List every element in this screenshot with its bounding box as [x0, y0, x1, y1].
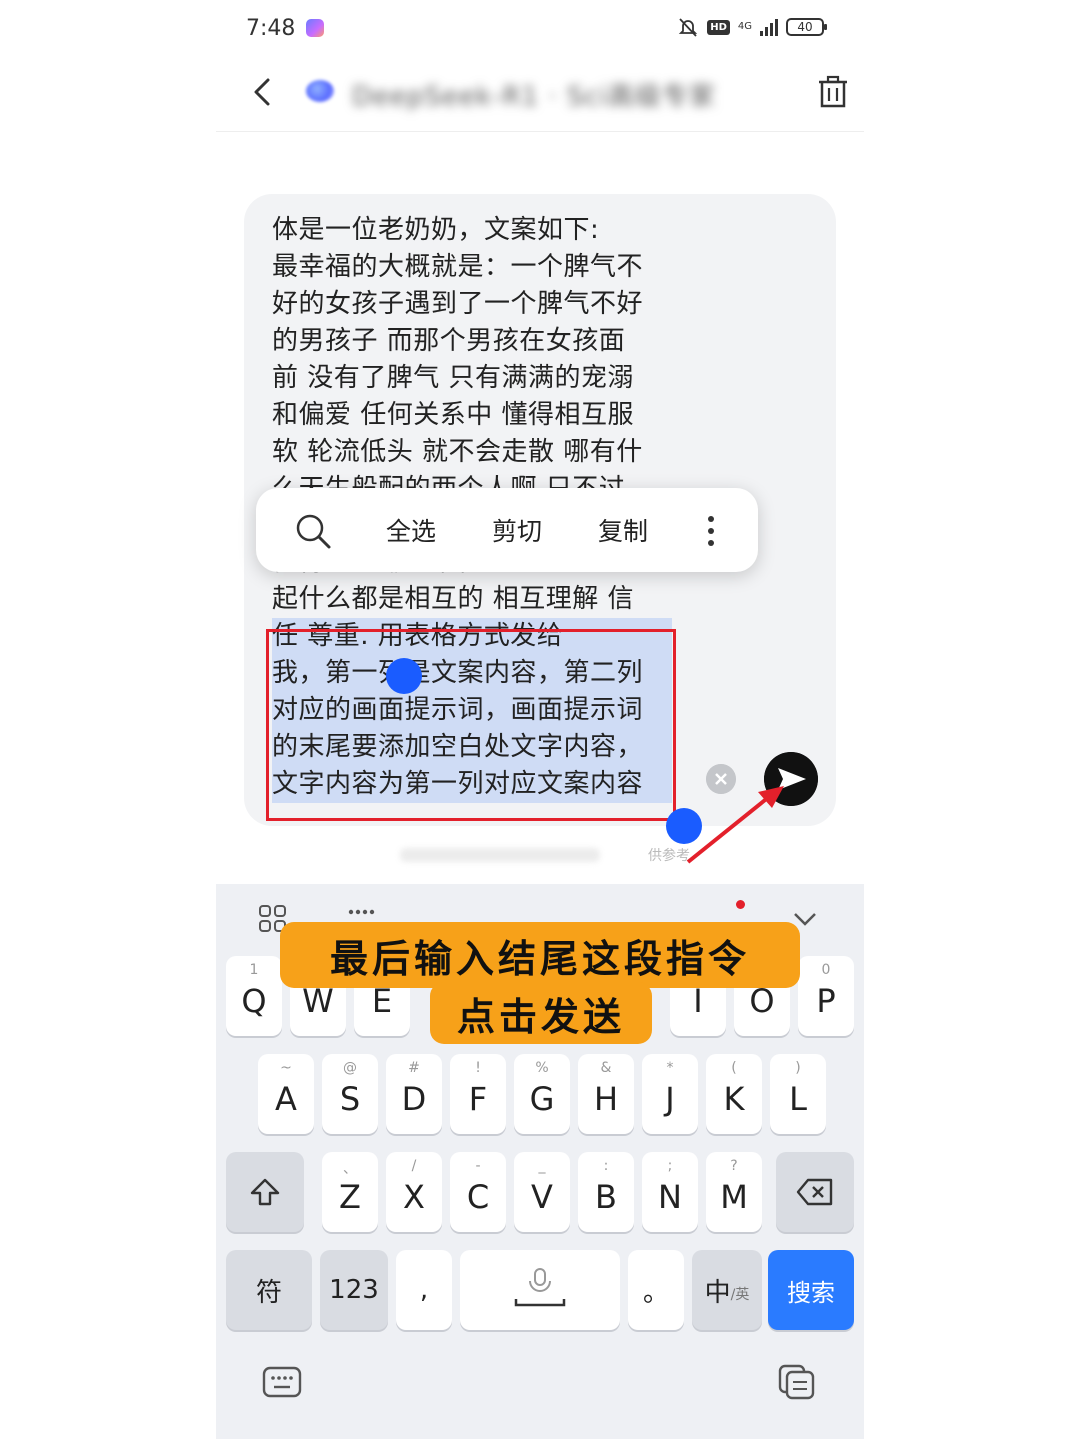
annotation-banner-instruction: 最后输入结尾这段指令 — [280, 922, 800, 988]
comma-key[interactable]: , — [396, 1250, 452, 1330]
bell-muted-icon — [679, 18, 698, 37]
message-line: 体是一位老奶奶，文案如下: — [272, 215, 600, 245]
search-icon[interactable] — [294, 512, 332, 550]
period-key[interactable]: 。 — [628, 1250, 684, 1330]
key-q[interactable]: 1Q — [226, 956, 282, 1036]
select-all-button[interactable]: 全选 — [386, 512, 436, 548]
backspace-key[interactable] — [776, 1152, 854, 1232]
key-j[interactable]: * J — [642, 1054, 698, 1134]
lang-main: 中 — [704, 1277, 731, 1308]
annotation-banner-send: 点击发送 — [430, 982, 652, 1044]
annotation-highlight-box — [266, 629, 676, 821]
notification-dot — [736, 900, 745, 909]
more-options-icon[interactable] — [706, 514, 716, 548]
status-time: 7:48 — [246, 16, 296, 41]
cut-button[interactable]: 剪切 — [492, 512, 542, 548]
trash-icon[interactable] — [816, 74, 850, 110]
key-m[interactable]: ? M — [706, 1152, 762, 1232]
message-line: 好的女孩子遇到了一个脾气不好 — [272, 289, 644, 319]
lang-sub: /英 — [730, 1287, 750, 1303]
key-f[interactable]: ! F — [450, 1054, 506, 1134]
key-s[interactable]: @ S — [322, 1054, 378, 1134]
disclaimer-text: 供参考 — [648, 848, 690, 864]
send-button[interactable] — [764, 752, 818, 806]
hd-badge: HD — [707, 19, 730, 35]
backspace-icon — [796, 1178, 833, 1206]
status-bar: 7:48 HD 4G 40 — [216, 0, 864, 60]
battery-icon: 40 — [786, 18, 827, 36]
key-k[interactable]: (K — [706, 1054, 762, 1134]
clear-input-icon[interactable] — [706, 764, 736, 794]
shift-key[interactable] — [226, 1152, 304, 1232]
key-z[interactable]: 、 Z — [322, 1152, 378, 1232]
message-line: 的男孩子 而那个男孩在女孩面 — [272, 326, 626, 356]
numbers-key[interactable]: 123 — [320, 1250, 388, 1330]
keyboard-icon[interactable] — [262, 1364, 302, 1400]
bot-avatar — [306, 80, 334, 102]
key-a[interactable]: ~ A — [258, 1054, 314, 1134]
key-p[interactable]: 0P — [798, 956, 854, 1036]
shift-icon — [250, 1178, 280, 1206]
symbols-key[interactable]: 符 — [226, 1250, 312, 1330]
selection-end-handle[interactable] — [666, 808, 702, 844]
chat-header: DeepSeek-R1 · Sci高级专家 — [216, 60, 864, 132]
key-b[interactable]: :B — [578, 1152, 634, 1232]
key-n[interactable]: ; N — [642, 1152, 698, 1232]
app-notification-icon — [306, 19, 324, 37]
key-x[interactable]: / X — [386, 1152, 442, 1232]
status-icons: HD 4G 40 — [677, 16, 827, 38]
key-h[interactable]: & H — [578, 1054, 634, 1134]
message-line: 前 没有了脾气 只有满满的宠溺 — [272, 363, 635, 393]
clipboard-icon[interactable] — [776, 1364, 816, 1400]
back-icon[interactable] — [248, 74, 278, 110]
text-context-menu: 全选 剪切 复制 — [256, 488, 758, 572]
key-v[interactable]: _ V — [514, 1152, 570, 1232]
key-l[interactable]: ) L — [770, 1054, 826, 1134]
key-c[interactable]: -C — [450, 1152, 506, 1232]
message-line: 起什么都是相互的 相互理解 信 — [272, 584, 635, 614]
key-d[interactable]: # D — [386, 1054, 442, 1134]
search-key[interactable]: 搜索 — [768, 1250, 854, 1330]
signal-icon — [760, 18, 778, 36]
key-g[interactable]: % G — [514, 1054, 570, 1134]
network-type: 4G — [737, 21, 752, 32]
microphone-icon — [514, 1268, 566, 1307]
message-line: 软 轮流低头 就不会走散 哪有什 — [272, 437, 643, 467]
chat-title: DeepSeek-R1 · Sci高级专家 — [352, 82, 716, 112]
copy-button[interactable]: 复制 — [598, 512, 648, 548]
message-line: 和偏爱 任何关系中 懂得相互服 — [272, 400, 635, 430]
selection-start-handle[interactable] — [386, 658, 422, 694]
message-line: 最幸福的大概就是：一个脾气不 — [272, 252, 644, 282]
language-switch-key[interactable]: 中/英 — [692, 1250, 762, 1330]
space-key[interactable] — [460, 1250, 620, 1330]
